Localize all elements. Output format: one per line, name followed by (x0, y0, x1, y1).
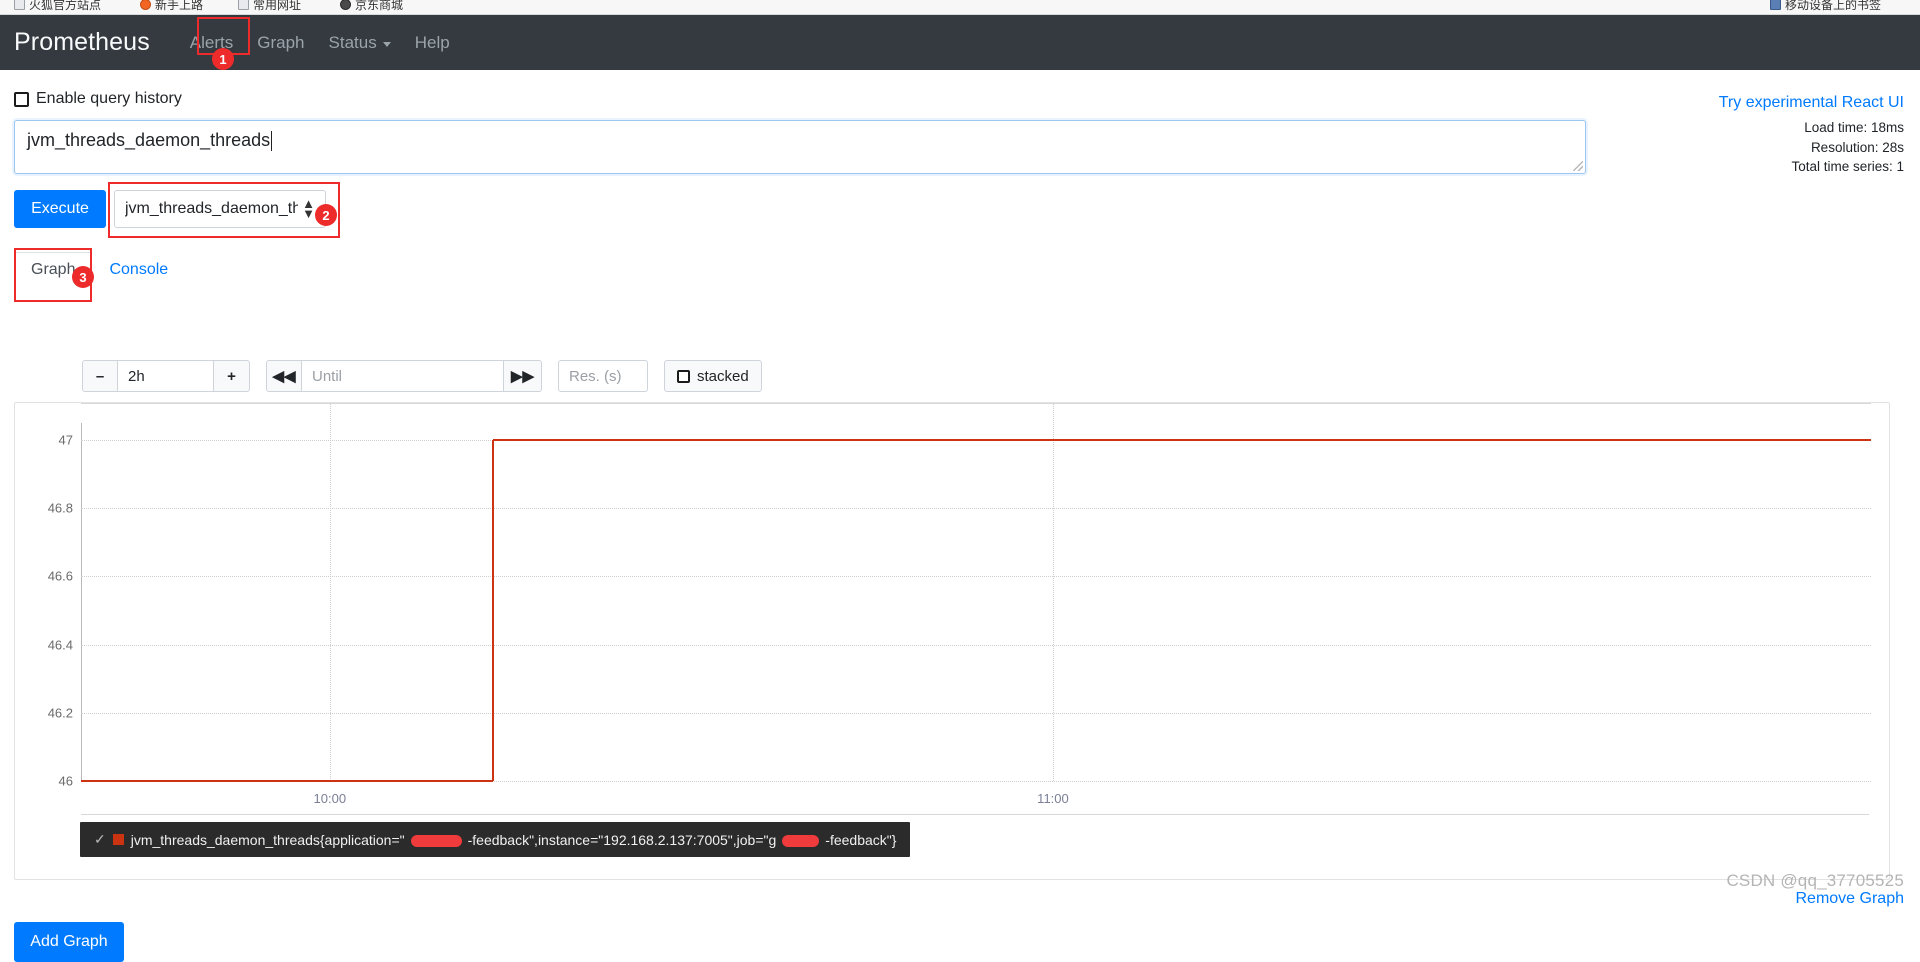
bookmark-item[interactable]: 新手上路 (140, 0, 203, 13)
y-axis-tick-label: 46.6 (48, 569, 73, 584)
y-axis-tick-label: 46.2 (48, 705, 73, 720)
legend-redacted-1: xxxxxxx (412, 832, 461, 848)
range-input[interactable]: 2h (118, 360, 214, 392)
bookmark-item-mobile[interactable]: 移动设备上的书签 (1770, 0, 1881, 13)
y-axis-tick-label: 46.8 (48, 501, 73, 516)
legend-redacted-2: xxxxx (783, 832, 818, 848)
browser-bookmarks-bar: 火狐官方站点 新手上路 常用网址 京东商城 移动设备上的书签 (0, 0, 1920, 15)
shift-back-button[interactable]: ◀◀ (266, 360, 302, 392)
range-decrease-button[interactable]: – (82, 360, 118, 392)
y-axis-tick-label: 47 (59, 433, 73, 448)
chevron-updown-icon: ▲▼ (302, 199, 315, 220)
range-group: – 2h + (82, 360, 250, 392)
jd-icon (340, 0, 351, 10)
try-react-ui-link[interactable]: Try experimental React UI (1719, 94, 1904, 112)
stat-load-time: Load time: 18ms (1791, 118, 1904, 138)
stat-total-time-series: Total time series: 1 (1791, 157, 1904, 177)
series-line-segment (492, 440, 494, 781)
legend-color-swatch (113, 834, 124, 845)
y-gridline (81, 713, 1871, 714)
query-stats: Load time: 18ms Resolution: 28s Total ti… (1791, 118, 1904, 177)
nav-item-help[interactable]: Help (403, 27, 462, 59)
legend-check-icon: ✓ (94, 831, 106, 848)
bookmark-label: 移动设备上的书签 (1785, 0, 1881, 13)
y-gridline (81, 508, 1871, 509)
x-axis-line (81, 814, 1869, 815)
series-line-segment (493, 439, 1871, 441)
x-gridline (1053, 403, 1054, 781)
annotation-number-3: 3 (72, 266, 94, 288)
chevron-down-icon (383, 42, 391, 47)
page-icon (14, 0, 25, 10)
bookmark-label: 京东商城 (355, 0, 403, 13)
nav-item-alerts[interactable]: Alerts (178, 27, 245, 59)
text-caret (271, 131, 272, 151)
navbar: Prometheus Alerts Graph Status Help (0, 15, 1920, 70)
nav-item-status-label: Status (329, 33, 377, 53)
stacked-toggle[interactable]: stacked (664, 360, 762, 392)
time-group: ◀◀ Until ▶▶ (266, 360, 542, 392)
expression-input[interactable]: jvm_threads_daemon_threads (14, 120, 1586, 174)
resize-handle-icon[interactable] (1573, 161, 1583, 171)
enable-query-history-label: Enable query history (36, 90, 182, 108)
legend-series-mid: -feedback",instance="192.168.2.137:7005"… (468, 832, 777, 848)
brand-prometheus[interactable]: Prometheus (14, 28, 150, 57)
firefox-icon (140, 0, 151, 10)
y-gridline (81, 576, 1871, 577)
range-increase-button[interactable]: + (214, 360, 250, 392)
series-line-segment (81, 780, 493, 782)
watermark-text: CSDN @qq_37705525 (1726, 871, 1904, 891)
annotation-number-1: 1 (212, 48, 234, 70)
bookmark-item[interactable]: 常用网址 (238, 0, 301, 13)
bookmark-item[interactable]: 火狐官方站点 (14, 0, 101, 13)
x-axis-tick-label: 10:00 (314, 791, 347, 806)
resolution-placeholder: Res. (s) (569, 368, 622, 385)
x-gridline (330, 403, 331, 781)
legend-series-suffix: -feedback"} (825, 832, 896, 848)
resolution-input[interactable]: Res. (s) (558, 360, 648, 392)
bookmark-label: 火狐官方站点 (29, 0, 101, 13)
chart-legend-item[interactable]: ✓ jvm_threads_daemon_threads{application… (80, 822, 910, 857)
tab-console[interactable]: Console (92, 252, 185, 288)
y-axis-line (81, 423, 82, 781)
page-icon (238, 0, 249, 10)
annotation-number-2: 2 (315, 204, 337, 226)
until-input[interactable]: Until (302, 360, 504, 392)
enable-query-history-checkbox[interactable] (14, 92, 29, 107)
metric-select-dropdown[interactable]: jvm_threads_daemon_thr ▲▼ (114, 190, 326, 228)
view-tabs: Graph Console (14, 252, 185, 288)
main-content: Try experimental React UI Enable query h… (0, 70, 1920, 899)
x-axis-tick-label: 11:00 (1037, 791, 1069, 806)
expression-text: jvm_threads_daemon_threads (27, 130, 270, 151)
stacked-checkbox[interactable] (677, 370, 690, 383)
bookmark-item[interactable]: 京东商城 (340, 0, 403, 13)
chart-plot-area[interactable]: 4646.246.446.646.847 10:0011:00 (81, 423, 1871, 781)
execute-button[interactable]: Execute (14, 190, 106, 228)
until-placeholder: Until (312, 368, 342, 385)
nav-item-graph[interactable]: Graph (245, 27, 316, 59)
bookmark-label: 新手上路 (155, 0, 203, 13)
y-axis-tick-label: 46 (59, 774, 73, 789)
range-controls: – 2h + ◀◀ Until ▶▶ Res. (s) stacked (82, 360, 762, 392)
metric-select-value: jvm_threads_daemon_thr (125, 200, 298, 218)
graph-panel: 46 46.2 46.4 46.6 46.8 47 10:00 11:00 (14, 402, 1890, 880)
shift-forward-button[interactable]: ▶▶ (504, 360, 542, 392)
bookmark-label: 常用网址 (253, 0, 301, 13)
y-axis-tick-label: 46.4 (48, 637, 73, 652)
disk-icon (1770, 0, 1781, 10)
enable-query-history-row[interactable]: Enable query history (14, 90, 182, 108)
nav-item-status[interactable]: Status (317, 27, 403, 59)
add-graph-button[interactable]: Add Graph (14, 922, 124, 962)
y-gridline (81, 645, 1871, 646)
stat-resolution: Resolution: 28s (1791, 138, 1904, 158)
legend-series-prefix: jvm_threads_daemon_threads{application=" (131, 832, 405, 848)
plot-top-border (81, 403, 1871, 404)
remove-graph-link[interactable]: Remove Graph (1796, 890, 1905, 908)
stacked-label: stacked (697, 368, 749, 385)
